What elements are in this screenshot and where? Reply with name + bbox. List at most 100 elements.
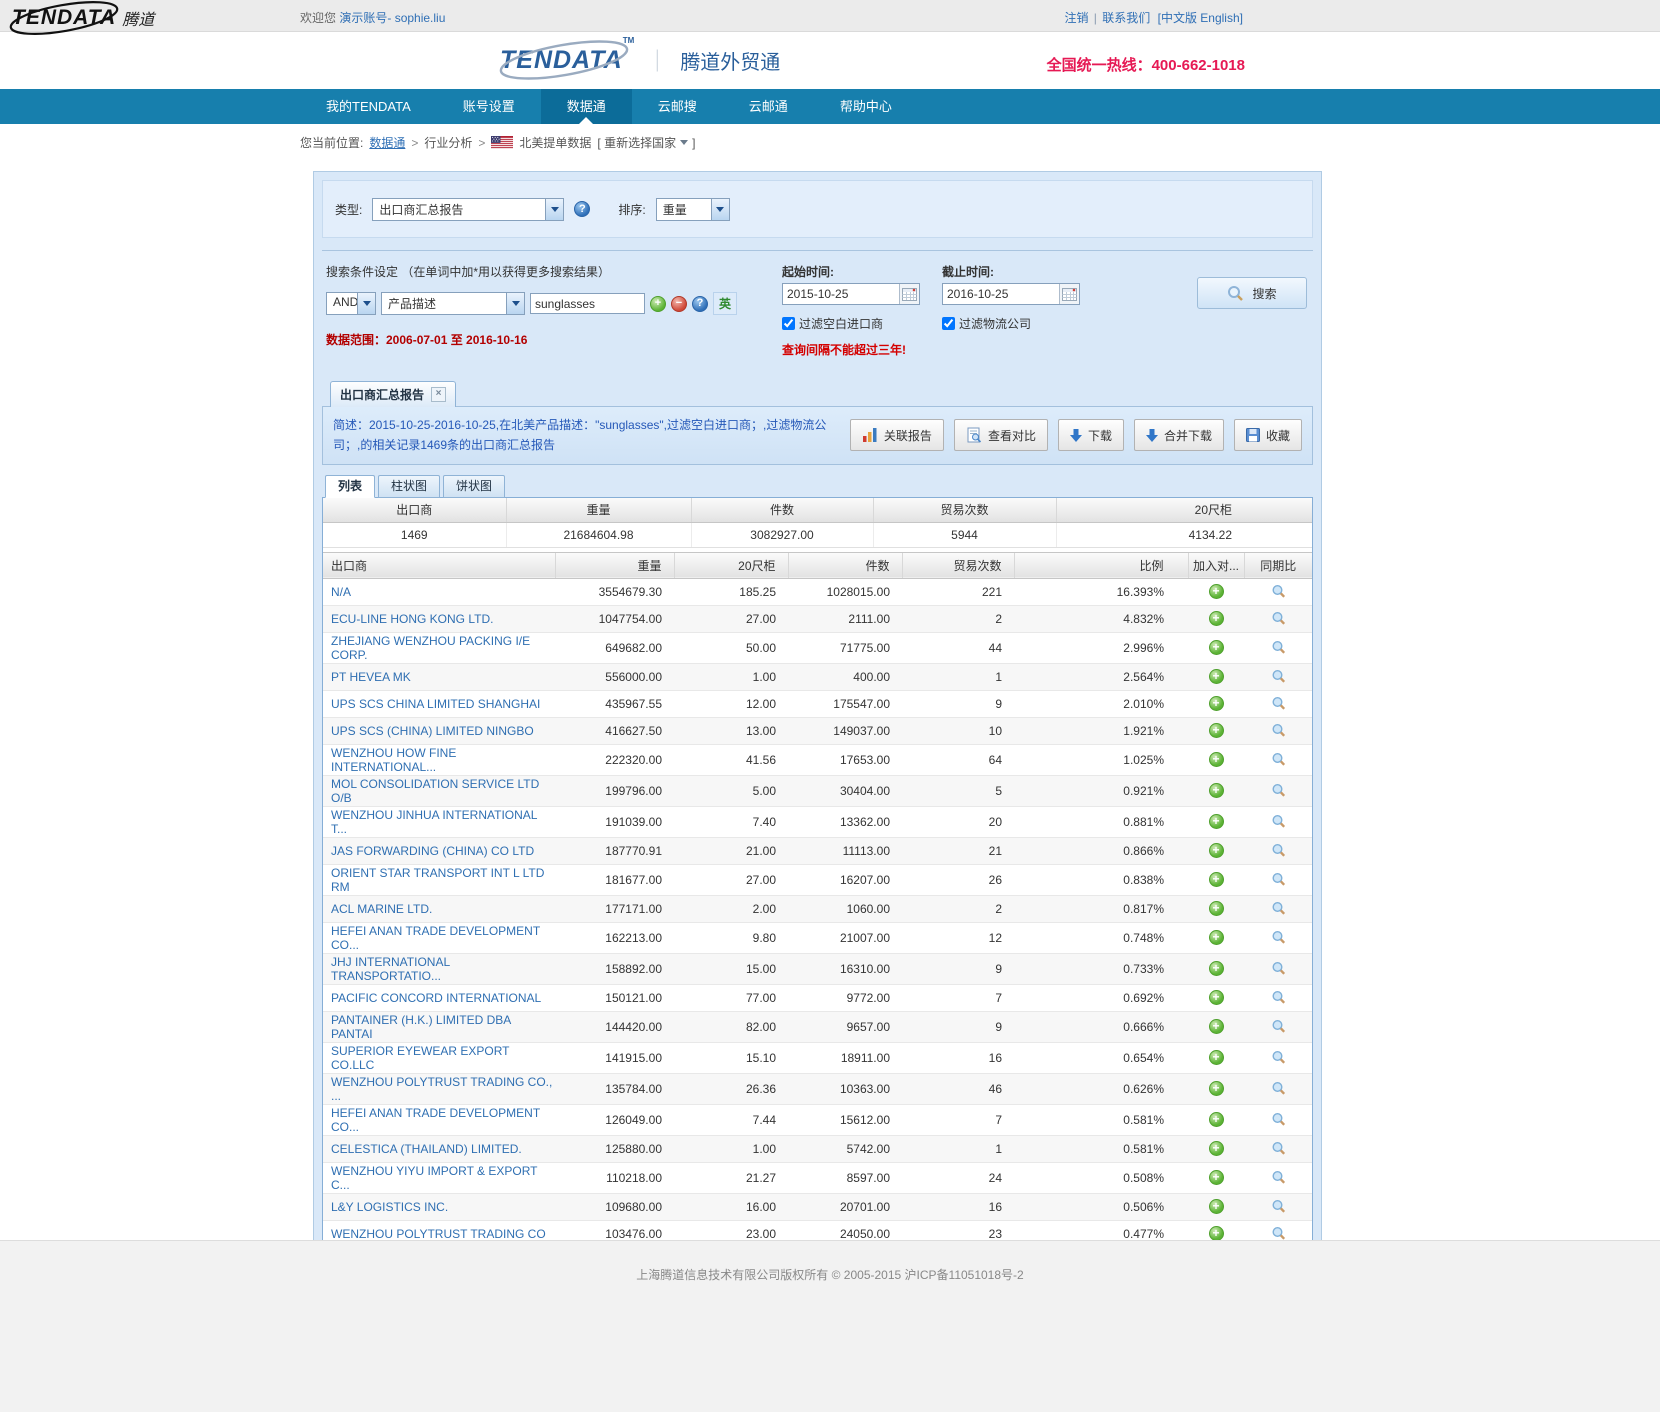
yoy-search-icon[interactable] (1271, 990, 1286, 1005)
filter-logistics-checkbox[interactable] (942, 317, 955, 330)
add-to-compare-icon[interactable]: + (1209, 696, 1224, 711)
tab-bar-chart-view[interactable]: 柱状图 (378, 475, 440, 498)
exporter-name[interactable]: N/A (323, 578, 555, 605)
exporter-name[interactable]: JHJ INTERNATIONAL TRANSPORTATIO... (323, 953, 555, 984)
end-date-input[interactable] (943, 284, 1059, 304)
exporter-name[interactable]: ACL MARINE LTD. (323, 895, 555, 922)
add-to-compare-icon[interactable]: + (1209, 584, 1224, 599)
yoy-search-icon[interactable] (1271, 669, 1286, 684)
keyword-input[interactable] (530, 293, 645, 314)
exporter-name[interactable]: HEFEI ANAN TRADE DEVELOPMENT CO... (323, 1104, 555, 1135)
boolean-operator-select[interactable]: AND (326, 292, 376, 315)
nav-item-account-settings[interactable]: 账号设置 (437, 89, 541, 124)
exporter-name[interactable]: PT HEVEA MK (323, 663, 555, 690)
yoy-search-icon[interactable] (1271, 1050, 1286, 1065)
exporter-name[interactable]: UPS SCS (CHINA) LIMITED NINGBO (323, 717, 555, 744)
yoy-search-icon[interactable] (1271, 723, 1286, 738)
exporter-name[interactable]: WENZHOU HOW FINE INTERNATIONAL... (323, 744, 555, 775)
yoy-search-icon[interactable] (1271, 1141, 1286, 1156)
yoy-search-icon[interactable] (1271, 843, 1286, 858)
yoy-search-icon[interactable] (1271, 752, 1286, 767)
exporter-name[interactable]: ECU-LINE HONG KONG LTD. (323, 605, 555, 632)
reselect-country-button[interactable]: [ 重新选择国家 ] (597, 134, 695, 151)
tab-exporter-summary-report[interactable]: 出口商汇总报告 × (330, 381, 456, 407)
download-button[interactable]: 下载 (1058, 419, 1124, 451)
type-help-icon[interactable]: ? (574, 201, 590, 217)
add-to-compare-icon[interactable]: + (1209, 990, 1224, 1005)
condition-help-icon[interactable]: ? (692, 296, 708, 312)
nav-item-my-tendata[interactable]: 我的TENDATA (300, 89, 437, 124)
exporter-name[interactable]: ZHEJIANG WENZHOU PACKING I/E CORP. (323, 632, 555, 663)
search-button[interactable]: 搜索 (1197, 277, 1307, 309)
exporter-name[interactable]: JAS FORWARDING (CHINA) CO LTD (323, 837, 555, 864)
tab-list-view[interactable]: 列表 (325, 475, 375, 498)
yoy-search-icon[interactable] (1271, 872, 1286, 887)
yoy-search-icon[interactable] (1271, 783, 1286, 798)
add-to-compare-icon[interactable]: + (1209, 611, 1224, 626)
account-link[interactable]: 演示账号- sophie.liu (339, 11, 445, 25)
exporter-name[interactable]: PANTAINER (H.K.) LIMITED DBA PANTAI (323, 1011, 555, 1042)
search-field-select[interactable]: 产品描述 (381, 292, 525, 315)
yoy-search-icon[interactable] (1271, 640, 1286, 655)
nav-item-mail-hub[interactable]: 云邮通 (723, 89, 814, 124)
view-comparison-button[interactable]: 查看对比 (954, 419, 1048, 451)
add-to-compare-icon[interactable]: + (1209, 1112, 1224, 1127)
add-to-compare-icon[interactable]: + (1209, 961, 1224, 976)
yoy-search-icon[interactable] (1271, 814, 1286, 829)
merge-download-button[interactable]: 合并下载 (1134, 419, 1224, 451)
favorite-button[interactable]: 收藏 (1234, 419, 1302, 451)
exporter-name[interactable]: WENZHOU YIYU IMPORT & EXPORT C... (323, 1162, 555, 1193)
logout-link[interactable]: 注销 (1064, 11, 1088, 25)
add-to-compare-icon[interactable]: + (1209, 1199, 1224, 1214)
exporter-name[interactable]: ORIENT STAR TRANSPORT INT L LTD RM (323, 864, 555, 895)
breadcrumb-link-data-hub[interactable]: 数据通 (369, 134, 405, 151)
add-to-compare-icon[interactable]: + (1209, 752, 1224, 767)
english-toggle-button[interactable]: 英 (713, 292, 737, 315)
yoy-search-icon[interactable] (1271, 1019, 1286, 1034)
add-to-compare-icon[interactable]: + (1209, 930, 1224, 945)
language-switch-link[interactable]: [中文版 English] (1158, 11, 1243, 25)
exporter-name[interactable]: WENZHOU JINHUA INTERNATIONAL T... (323, 806, 555, 837)
add-condition-icon[interactable]: + (650, 296, 666, 312)
yoy-search-icon[interactable] (1271, 611, 1286, 626)
yoy-search-icon[interactable] (1271, 930, 1286, 945)
nav-item-help-center[interactable]: 帮助中心 (814, 89, 918, 124)
exporter-name[interactable]: SUPERIOR EYEWEAR EXPORT CO.LLC (323, 1042, 555, 1073)
exporter-name[interactable]: L&Y LOGISTICS INC. (323, 1193, 555, 1220)
exporter-name[interactable]: PACIFIC CONCORD INTERNATIONAL (323, 984, 555, 1011)
calendar-icon[interactable] (1059, 284, 1079, 304)
add-to-compare-icon[interactable]: + (1209, 723, 1224, 738)
add-to-compare-icon[interactable]: + (1209, 1019, 1224, 1034)
exporter-name[interactable]: CELESTICA (THAILAND) LIMITED. (323, 1135, 555, 1162)
add-to-compare-icon[interactable]: + (1209, 872, 1224, 887)
sort-select[interactable]: 重量 (656, 198, 730, 221)
add-to-compare-icon[interactable]: + (1209, 814, 1224, 829)
add-to-compare-icon[interactable]: + (1209, 1141, 1224, 1156)
add-to-compare-icon[interactable]: + (1209, 1050, 1224, 1065)
start-date-input[interactable] (783, 284, 899, 304)
filter-blank-importer-checkbox[interactable] (782, 317, 795, 330)
exporter-name[interactable]: WENZHOU POLYTRUST TRADING CO., ... (323, 1073, 555, 1104)
yoy-search-icon[interactable] (1271, 1170, 1286, 1185)
exporter-name[interactable]: UPS SCS CHINA LIMITED SHANGHAI (323, 690, 555, 717)
add-to-compare-icon[interactable]: + (1209, 901, 1224, 916)
add-to-compare-icon[interactable]: + (1209, 843, 1224, 858)
add-to-compare-icon[interactable]: + (1209, 669, 1224, 684)
yoy-search-icon[interactable] (1271, 696, 1286, 711)
add-to-compare-icon[interactable]: + (1209, 1081, 1224, 1096)
yoy-search-icon[interactable] (1271, 1199, 1286, 1214)
calendar-icon[interactable] (899, 284, 919, 304)
yoy-search-icon[interactable] (1271, 901, 1286, 916)
yoy-search-icon[interactable] (1271, 584, 1286, 599)
yoy-search-icon[interactable] (1271, 961, 1286, 976)
remove-condition-icon[interactable]: − (671, 296, 687, 312)
exporter-name[interactable]: MOL CONSOLIDATION SERVICE LTD O/B (323, 775, 555, 806)
related-reports-button[interactable]: 关联报告 (850, 419, 944, 451)
close-icon[interactable]: × (431, 387, 446, 402)
exporter-name[interactable]: HEFEI ANAN TRADE DEVELOPMENT CO... (323, 922, 555, 953)
nav-item-data-hub[interactable]: 数据通 (541, 89, 632, 124)
tab-pie-chart-view[interactable]: 饼状图 (443, 475, 505, 498)
report-type-select[interactable]: 出口商汇总报告 (372, 198, 564, 221)
contact-link[interactable]: 联系我们 (1102, 11, 1150, 25)
nav-item-mail-search[interactable]: 云邮搜 (632, 89, 723, 124)
